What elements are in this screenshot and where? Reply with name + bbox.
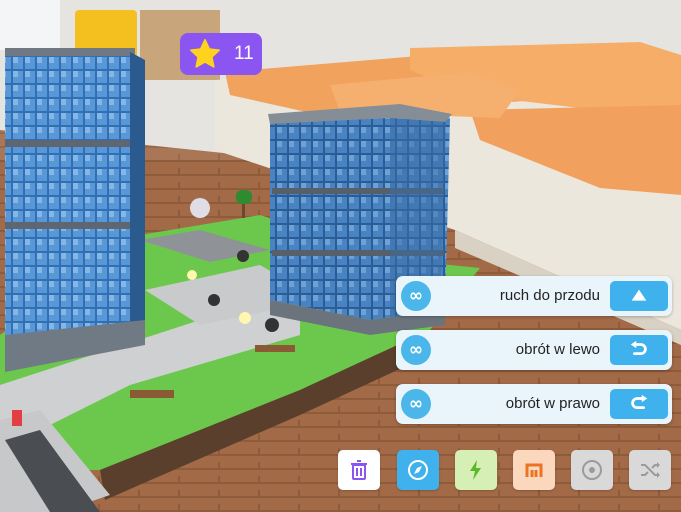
- left-building: [5, 52, 130, 360]
- shuffle-button[interactable]: [629, 450, 671, 490]
- robot-character: [190, 198, 210, 218]
- arrow-up-icon[interactable]: [610, 281, 668, 311]
- star-count: 11: [234, 43, 254, 64]
- trash-icon: [351, 460, 367, 480]
- target-button[interactable]: [571, 450, 613, 490]
- command-move-forward[interactable]: ∞ ruch do przodu: [396, 276, 672, 316]
- lightning-button[interactable]: [455, 450, 497, 490]
- star-icon: [189, 38, 221, 68]
- loop-bracket-icon: [525, 463, 543, 477]
- ar-game-screen: 11 ∞ ruch do przodu ∞ obrót w lewo ∞ obr…: [0, 0, 681, 512]
- bench: [130, 390, 174, 398]
- compass-button[interactable]: [397, 450, 439, 490]
- command-turn-left[interactable]: ∞ obrót w lewo: [396, 330, 672, 370]
- ar-city-scene: [0, 0, 681, 512]
- command-label: ruch do przodu: [499, 287, 600, 304]
- command-label: obrót w lewo: [515, 341, 600, 358]
- target-icon: [582, 460, 602, 480]
- compass-icon: [408, 460, 428, 480]
- infinity-icon[interactable]: ∞: [401, 281, 431, 311]
- rotate-right-icon[interactable]: [610, 389, 668, 419]
- shuffle-icon: [641, 462, 660, 478]
- loop-button[interactable]: [513, 450, 555, 490]
- tree: [236, 190, 252, 204]
- delete-button[interactable]: [338, 450, 380, 490]
- lightning-icon: [470, 460, 481, 480]
- infinity-icon[interactable]: ∞: [401, 335, 431, 365]
- window: [0, 0, 60, 50]
- rotate-left-icon[interactable]: [610, 335, 668, 365]
- command-label: obrót w prawo: [505, 395, 600, 412]
- star-counter: 11: [180, 33, 262, 75]
- infinity-icon[interactable]: ∞: [401, 389, 431, 419]
- command-turn-right[interactable]: ∞ obrót w prawo: [396, 384, 672, 424]
